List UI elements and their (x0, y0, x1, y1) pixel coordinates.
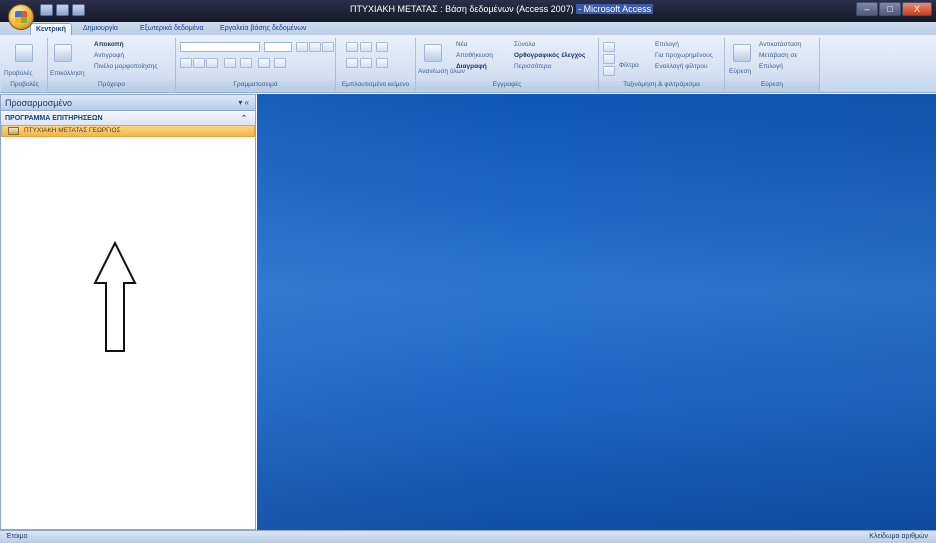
numbering-icon[interactable] (360, 58, 372, 68)
font-family-select[interactable] (180, 42, 260, 52)
views-button[interactable]: Προβολές (4, 70, 33, 77)
save-icon[interactable] (40, 4, 53, 16)
collapse-group-icon[interactable]: ⌃ (241, 112, 247, 125)
align-center-icon[interactable] (309, 42, 321, 52)
tab-home[interactable]: Κεντρική (30, 23, 72, 35)
sort-filter-group-label: Ταξινόμηση & φιλτράρισμα (599, 81, 724, 91)
font-color-icon[interactable] (224, 58, 236, 68)
group-font: Γραμματοσειρά (176, 38, 336, 91)
advanced-filter-button[interactable]: Για προχωρημένους (655, 52, 713, 59)
paste-icon[interactable] (54, 44, 72, 62)
cut-button[interactable]: Αποκοπή (94, 41, 124, 48)
group-records: Ανανέωση όλων Νέα Αποθήκευση Διαγραφή Σύ… (416, 38, 599, 91)
clipboard-group-label: Πρόχειρο (48, 81, 175, 91)
copy-button[interactable]: Αντιγραφή (94, 52, 124, 59)
selection-filter-button[interactable]: Επιλογή (655, 41, 679, 48)
window-title-main: ΠΤΥΧΙΑΚΗ ΜΕΤΑΤΑΣ : Βάση δεδομένων (Acces… (350, 4, 574, 14)
form-icon (8, 127, 19, 135)
bold-icon[interactable] (180, 58, 192, 68)
italic-icon[interactable] (193, 58, 205, 68)
totals-button[interactable]: Σύνολα (514, 41, 535, 48)
replace-button[interactable]: Αντικατάσταση (759, 41, 802, 48)
align-right-icon[interactable] (322, 42, 334, 52)
status-text: Έτοιμο (6, 533, 28, 540)
font-size-select[interactable] (264, 42, 292, 52)
nav-item-form[interactable]: ΠΤΥΧΙΑΚΗ ΜΕΤΑΤΑΣ ΓΕΩΡΓΙΟΣ (1, 125, 255, 137)
tab-create[interactable]: Δημιουργία (78, 23, 123, 35)
binoculars-icon[interactable] (733, 44, 751, 62)
nav-pane-controls-icon[interactable]: ▾ « (238, 95, 249, 111)
up-arrow-annotation (93, 241, 137, 352)
group-rich-text: Εμπλουτισμένο κείμενο (336, 38, 416, 91)
alternate-fill-icon[interactable] (274, 58, 286, 68)
goto-button[interactable]: Μετάβαση σε (759, 52, 797, 59)
navigation-pane: Προσαρμοσμένο ▾ « ΠΡΟΓΡΑΜΜΑ ΕΠΙΤΗΡΗΣΕΩΝ … (0, 94, 256, 530)
nav-item-label: ΠΤΥΧΙΑΚΗ ΜΕΤΑΤΑΣ ΓΕΩΡΓΙΟΣ (24, 127, 121, 134)
toggle-filter-button[interactable]: Εναλλαγή φίλτρου (655, 63, 708, 70)
paragraph-direction-icon[interactable] (376, 42, 388, 52)
nav-group-header[interactable]: ΠΡΟΓΡΑΜΜΑ ΕΠΙΤΗΡΗΣΕΩΝ ⌃ (1, 112, 255, 125)
group-sort-filter: Φίλτρο Επιλογή Για προχωρημένους Εναλλαγ… (599, 38, 725, 91)
title-bar: ΠΤΥΧΙΑΚΗ ΜΕΤΑΤΑΣ : Βάση δεδομένων (Acces… (0, 0, 936, 22)
find-button[interactable]: Εύρεση (729, 68, 751, 75)
quick-access-toolbar (40, 4, 85, 16)
view-icon[interactable] (15, 44, 33, 62)
minimize-button[interactable]: – (856, 2, 878, 16)
window-title: ΠΤΥΧΙΑΚΗ ΜΕΤΑΤΑΣ : Βάση δεδομένων (Acces… (350, 4, 654, 14)
window-title-app: - Microsoft Access (576, 4, 654, 14)
fill-color-icon[interactable] (240, 58, 252, 68)
close-button[interactable]: X (902, 2, 932, 16)
clear-sort-icon[interactable] (603, 66, 615, 76)
tab-external-data[interactable]: Εξωτερικά δεδομένα (135, 23, 209, 35)
tab-database-tools[interactable]: Εργαλεία βάσης δεδομένων (215, 23, 311, 35)
format-painter-button[interactable]: Πινέλο μορφοποίησης (94, 63, 157, 70)
new-record-button[interactable]: Νέα (456, 41, 467, 48)
records-group-label: Εγγραφές (416, 81, 598, 91)
delete-record-button[interactable]: Διαγραφή (456, 63, 487, 70)
sort-descending-icon[interactable] (603, 54, 615, 64)
more-records-button[interactable]: Περισσότερα (514, 63, 551, 70)
workspace-area (257, 94, 936, 530)
group-views: Προβολές Προβολές (2, 38, 48, 91)
nav-pane-header[interactable]: Προσαρμοσμένο ▾ « (1, 95, 255, 111)
num-lock-indicator: Κλείδωμα αριθμών (869, 533, 928, 540)
maximize-button[interactable]: □ (879, 2, 901, 16)
filter-button[interactable]: Φίλτρο (619, 62, 639, 69)
underline-icon[interactable] (206, 58, 218, 68)
window-controls: – □ X (856, 2, 932, 16)
bullets-icon[interactable] (346, 58, 358, 68)
undo-icon[interactable] (56, 4, 69, 16)
group-clipboard: Επικόλληση Αποκοπή Αντιγραφή Πινέλο μορφ… (48, 38, 176, 91)
select-button[interactable]: Επιλογή (759, 63, 783, 70)
sort-ascending-icon[interactable] (603, 42, 615, 52)
office-logo-icon (15, 11, 27, 23)
rich-text-group-label: Εμπλουτισμένο κείμενο (336, 81, 415, 91)
nav-group-title: ΠΡΟΓΡΑΜΜΑ ΕΠΙΤΗΡΗΣΕΩΝ (5, 115, 103, 122)
find-group-label: Εύρεση (725, 81, 819, 91)
refresh-icon[interactable] (424, 44, 442, 62)
decrease-indent-icon[interactable] (346, 42, 358, 52)
highlight-icon[interactable] (376, 58, 388, 68)
font-group-label: Γραμματοσειρά (176, 81, 335, 91)
status-bar: Έτοιμο Κλείδωμα αριθμών (0, 530, 936, 543)
office-button[interactable] (8, 4, 34, 30)
group-find: Εύρεση Αντικατάσταση Μετάβαση σε Επιλογή… (725, 38, 820, 91)
align-left-icon[interactable] (296, 42, 308, 52)
spelling-button[interactable]: Ορθογραφικός έλεγχος (514, 52, 585, 59)
ribbon: Προβολές Προβολές Επικόλληση Αποκοπή Αντ… (0, 35, 936, 93)
views-group-label: Προβολές (2, 81, 47, 91)
redo-icon[interactable] (72, 4, 85, 16)
save-record-button[interactable]: Αποθήκευση (456, 52, 493, 59)
nav-pane-title: Προσαρμοσμένο (5, 98, 72, 108)
ribbon-tabs: Κεντρική Δημιουργία Εξωτερικά δεδομένα Ε… (0, 22, 936, 35)
paste-button[interactable]: Επικόλληση (50, 70, 85, 77)
increase-indent-icon[interactable] (360, 42, 372, 52)
gridlines-icon[interactable] (258, 58, 270, 68)
